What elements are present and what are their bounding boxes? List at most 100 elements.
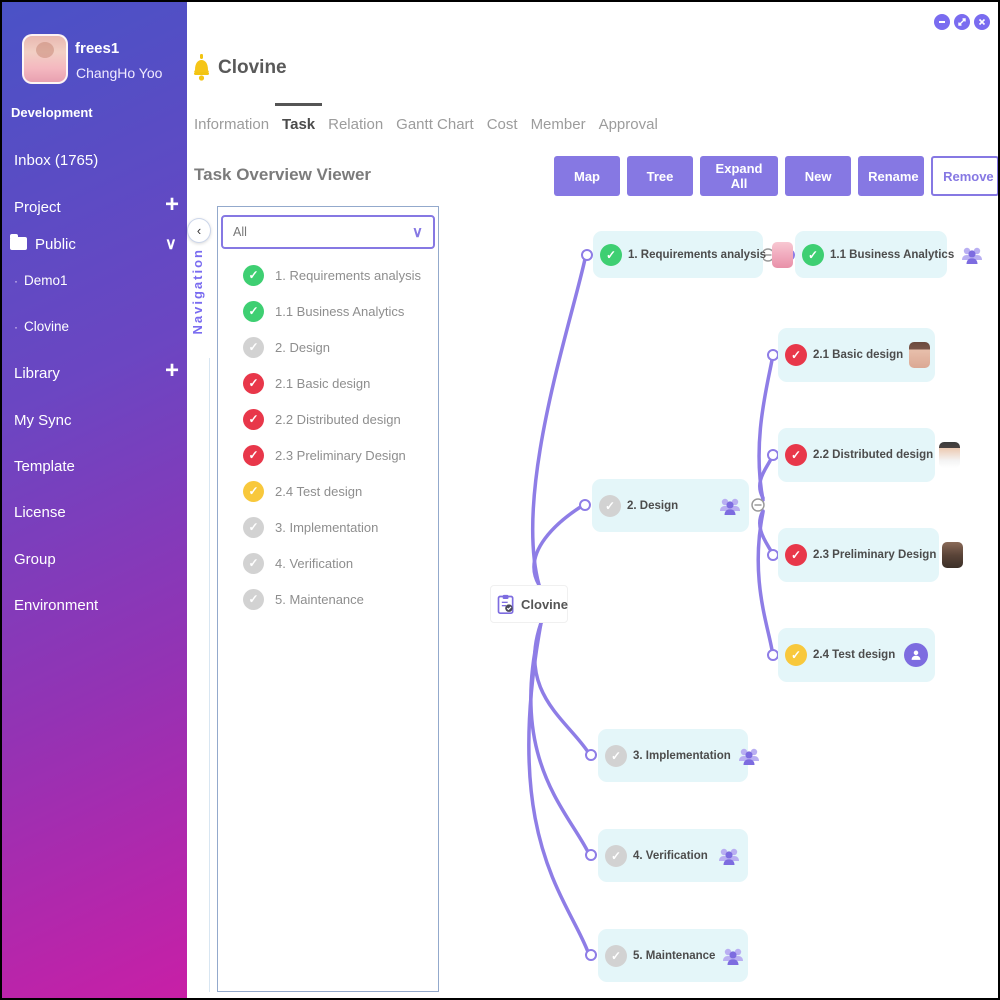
status-check-icon: ✓: [605, 845, 627, 867]
status-check-icon: ✓: [802, 244, 824, 266]
node-label: 2. Design: [627, 500, 712, 512]
map-node-test-design[interactable]: ✓ 2.4 Test design: [778, 628, 935, 682]
task-list-item[interactable]: ✓ 2.3 Preliminary Design: [218, 437, 438, 473]
tab-cost[interactable]: Cost: [487, 114, 518, 133]
node-label: 5. Maintenance: [633, 950, 715, 962]
status-check-icon: ✓: [243, 265, 264, 286]
assignee-avatar: [772, 242, 793, 268]
maximize-button[interactable]: [954, 14, 970, 30]
task-list-item[interactable]: ✓ 4. Verification: [218, 545, 438, 581]
expand-all-button[interactable]: Expand All: [700, 156, 778, 196]
sidebar-item-public-label: Public: [35, 236, 76, 253]
project-header: Clovine: [193, 54, 287, 82]
toolbar: Map Tree Expand All New Rename Remove: [554, 156, 999, 196]
task-label: 1. Requirements analysis: [275, 268, 421, 283]
tab-gantt-chart[interactable]: Gantt Chart: [396, 114, 474, 133]
map-node-maintenance[interactable]: ✓ 5. Maintenance: [598, 929, 748, 982]
navigation-divider: [209, 358, 210, 992]
task-label: 4. Verification: [275, 556, 353, 571]
rename-button[interactable]: Rename: [858, 156, 924, 196]
task-list-item[interactable]: ✓ 2.1 Basic design: [218, 365, 438, 401]
tree-button[interactable]: Tree: [627, 156, 693, 196]
collapse-navigation-button[interactable]: ‹: [187, 218, 211, 243]
chevron-down-icon: ∨: [412, 223, 423, 241]
task-label: 1.1 Business Analytics: [275, 304, 404, 319]
assignee-avatar: [939, 442, 960, 468]
map-root-node[interactable]: Clovine: [490, 585, 568, 623]
group-icon: [718, 494, 742, 518]
map-node-requirements-analysis[interactable]: ✓ 1. Requirements analysis: [593, 231, 763, 278]
status-check-icon: ✓: [785, 644, 807, 666]
bullet-icon: ·: [14, 320, 18, 334]
task-list-item[interactable]: ✓ 2.4 Test design: [218, 473, 438, 509]
task-label: 2.2 Distributed design: [275, 412, 401, 427]
map-node-basic-design[interactable]: ✓ 2.1 Basic design: [778, 328, 935, 382]
status-check-icon: ✓: [599, 495, 621, 517]
tab-approval[interactable]: Approval: [599, 114, 658, 133]
task-list-item[interactable]: ✓ 3. Implementation: [218, 509, 438, 545]
node-label: 3. Implementation: [633, 750, 731, 762]
sidebar-item-demo1-label: Demo1: [24, 273, 68, 288]
folder-icon: [10, 237, 27, 250]
status-check-icon: ✓: [605, 745, 627, 767]
map-node-distributed-design[interactable]: ✓ 2.2 Distributed design: [778, 428, 935, 482]
minimize-button[interactable]: [934, 14, 950, 30]
map-button[interactable]: Map: [554, 156, 620, 196]
tab-member[interactable]: Member: [531, 114, 586, 133]
sidebar-item-demo1[interactable]: ·Demo1: [14, 273, 68, 288]
sidebar-item-clovine[interactable]: ·Clovine: [14, 319, 69, 334]
add-library-icon[interactable]: +: [165, 362, 179, 380]
node-label: 1.1 Business Analytics: [830, 249, 954, 261]
filter-value: All: [233, 225, 412, 239]
task-label: 3. Implementation: [275, 520, 378, 535]
map-node-preliminary-design[interactable]: ✓ 2.3 Preliminary Design: [778, 528, 939, 582]
person-icon: [904, 643, 928, 667]
node-label: 2.2 Distributed design: [813, 449, 933, 461]
tab-relation[interactable]: Relation: [328, 114, 383, 133]
sidebar-item-group[interactable]: Group: [14, 551, 56, 568]
map-node-design[interactable]: ✓ 2. Design: [592, 479, 749, 532]
sidebar-item-template[interactable]: Template: [14, 458, 75, 475]
status-check-icon: ✓: [243, 481, 264, 502]
node-label: 2.1 Basic design: [813, 349, 903, 361]
task-list-item[interactable]: ✓ 1. Requirements analysis: [218, 257, 438, 293]
sidebar-item-environment[interactable]: Environment: [14, 597, 98, 614]
add-project-icon[interactable]: +: [165, 196, 179, 214]
task-label: 2.1 Basic design: [275, 376, 370, 391]
task-list-item[interactable]: ✓ 2. Design: [218, 329, 438, 365]
new-button[interactable]: New: [785, 156, 851, 196]
tab-bar: Information Task Relation Gantt Chart Co…: [194, 114, 658, 133]
filter-dropdown[interactable]: All ∨: [221, 215, 435, 249]
task-list: ✓ 1. Requirements analysis ✓ 1.1 Busines…: [218, 257, 438, 617]
tab-information[interactable]: Information: [194, 114, 269, 133]
sidebar-item-inbox[interactable]: Inbox (1765): [14, 152, 98, 169]
sidebar-item-library[interactable]: Library: [14, 365, 60, 382]
sidebar-item-project[interactable]: Project: [14, 199, 61, 216]
task-list-item[interactable]: ✓ 1.1 Business Analytics: [218, 293, 438, 329]
close-button[interactable]: [974, 14, 990, 30]
node-label: 2.4 Test design: [813, 649, 898, 661]
username: frees1: [75, 40, 119, 57]
task-list-item[interactable]: ✓ 2.2 Distributed design: [218, 401, 438, 437]
status-check-icon: ✓: [243, 301, 264, 322]
sidebar: frees1 ChangHo Yoo Development Inbox (17…: [2, 2, 187, 998]
sidebar-item-my-sync[interactable]: My Sync: [14, 412, 72, 429]
chevron-down-icon[interactable]: ∨: [165, 234, 177, 254]
group-icon: [717, 844, 741, 868]
tab-task[interactable]: Task: [282, 114, 315, 133]
status-check-icon: ✓: [785, 444, 807, 466]
user-avatar[interactable]: [22, 34, 68, 84]
status-check-icon: ✓: [243, 589, 264, 610]
map-node-verification[interactable]: ✓ 4. Verification: [598, 829, 748, 882]
status-check-icon: ✓: [243, 373, 264, 394]
assignee-avatar: [942, 542, 963, 568]
bell-icon: [193, 54, 210, 82]
sidebar-item-license[interactable]: License: [14, 504, 66, 521]
sidebar-item-public[interactable]: Public: [10, 236, 76, 253]
node-label: 2.3 Preliminary Design: [813, 549, 936, 561]
map-node-business-analytics[interactable]: ✓ 1.1 Business Analytics: [795, 231, 947, 278]
map-node-implementation[interactable]: ✓ 3. Implementation: [598, 729, 748, 782]
task-list-item[interactable]: ✓ 5. Maintenance: [218, 581, 438, 617]
status-check-icon: ✓: [243, 553, 264, 574]
remove-button[interactable]: Remove: [931, 156, 999, 196]
